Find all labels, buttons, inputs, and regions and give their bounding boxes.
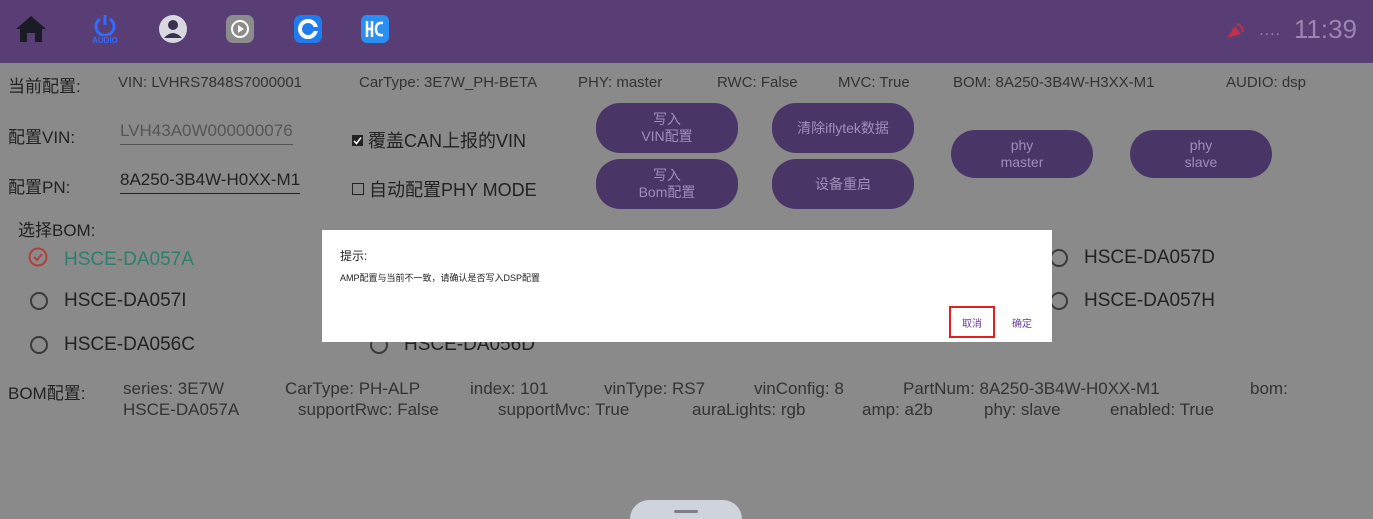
bom-option-label: HSCE-DA056C [64,334,195,355]
bom-option[interactable]: HSCE-DA056C [30,334,195,356]
write-bom-line1: 写入 [653,167,681,183]
top-bar: AUDIO .... 11:39 [0,0,1373,63]
bom-series: series: 3E7W [123,379,225,398]
current-phy: PHY: master [578,74,663,91]
bom-support-rwc: supportRwc: False [298,400,439,419]
phy-master-line2: master [1000,154,1044,170]
write-vin-button[interactable]: 写入 VIN配置 [596,103,738,153]
write-bom-line2: Bom配置 [638,184,696,200]
bottom-drawer-handle[interactable] [630,500,742,519]
phy-master-button[interactable]: phy master [951,130,1093,178]
reboot-label: 设备重启 [815,175,871,192]
bom-option[interactable]: HSCE-DA057I [30,290,187,312]
bom-key: bom: [1250,379,1288,398]
config-vin-label: 配置VIN: [8,128,76,147]
current-rwc: RWC: False [717,74,798,91]
phy-slave-button[interactable]: phy slave [1130,130,1272,178]
confirm-button[interactable]: 确定 [1002,306,1042,338]
write-bom-button[interactable]: 写入 Bom配置 [596,159,738,209]
radio-unchecked-icon [1050,292,1068,310]
cancel-button[interactable]: 取消 [949,306,995,338]
bom-option-label: HSCE-DA057H [1084,290,1215,311]
current-audio: AUDIO: dsp [1226,74,1307,91]
pn-input[interactable]: 8A250-3B4W-H0XX-M1 [120,170,301,194]
user-icon[interactable] [156,12,190,46]
bom-option-label: HSCE-DA057A [64,249,194,270]
radio-unchecked-icon [30,336,48,354]
phy-slave-line1: phy [1189,137,1213,153]
bom-value: HSCE-DA057A [123,400,240,419]
app-c-icon[interactable] [291,12,325,46]
bom-enabled: enabled: True [1110,400,1214,419]
media-play-icon[interactable] [223,12,257,46]
app-hc-icon[interactable] [358,12,392,46]
bom-config-label: BOM配置: [8,384,86,403]
dialog-title: 提示: [340,249,368,263]
write-vin-line1: 写入 [653,111,681,127]
signal-icon [1223,20,1249,47]
bom-option[interactable]: HSCE-DA057D [1050,247,1215,269]
checkbox-unchecked-icon [352,183,364,195]
auto-phy-checkbox[interactable]: 自动配置PHY MODE [352,176,537,202]
current-vin: VIN: LVHRS7848S7000001 [118,74,303,91]
bom-option-label: HSCE-DA057D [1084,247,1215,268]
bom-aura-lights: auraLights: rgb [692,400,806,419]
bom-vintype: vinType: RS7 [604,379,706,398]
select-bom-label: 选择BOM: [18,221,96,240]
override-vin-checkbox[interactable]: 覆盖CAN上报的VIN [352,127,526,153]
bom-index: index: 101 [470,379,549,398]
signal-dots: .... [1259,22,1281,39]
current-mvc: MVC: True [838,74,910,91]
vin-input[interactable]: LVH43A0W000000076 [120,121,293,145]
bom-amp: amp: a2b [862,400,933,419]
dialog-message: AMP配置与当前不一致，请确认是否写入DSP配置 [340,273,541,283]
phy-master-line1: phy [1010,137,1034,153]
bom-vinconfig: vinConfig: 8 [754,379,844,398]
reboot-button[interactable]: 设备重启 [772,159,914,209]
confirm-label: 确定 [1012,318,1032,330]
clear-iflytek-label: 清除iflytek数据 [797,119,889,136]
bom-option-label: HSCE-DA057I [64,290,187,311]
override-vin-label: 覆盖CAN上报的VIN [368,131,527,151]
clock: 11:39 [1293,14,1357,44]
radio-unchecked-icon [30,292,48,310]
bom-phy: phy: slave [984,400,1061,419]
clear-iflytek-button[interactable]: 清除iflytek数据 [772,103,914,153]
handle-grip-icon [674,510,698,513]
audio-label: AUDIO [92,35,118,45]
bom-partnum: PartNum: 8A250-3B4W-H0XX-M1 [903,379,1160,398]
bom-cartype: CarType: PH-ALP [285,379,421,398]
confirm-dialog: 提示: AMP配置与当前不一致，请确认是否写入DSP配置 取消 确定 [322,230,1052,342]
bom-support-mvc: supportMvc: True [498,400,630,419]
bom-option[interactable]: HSCE-DA057H [1050,290,1215,312]
bom-option-selected[interactable]: HSCE-DA057A [28,247,194,273]
current-cartype: CarType: 3E7W_PH-BETA [359,74,538,91]
current-bom: BOM: 8A250-3B4W-H3XX-M1 [953,74,1155,91]
config-pn-label: 配置PN: [8,178,71,197]
power-audio-icon[interactable]: AUDIO [88,12,122,46]
current-config-label: 当前配置: [8,77,81,96]
checkbox-checked-icon [352,134,363,146]
cancel-label: 取消 [962,318,982,330]
write-vin-line2: VIN配置 [641,128,693,144]
phy-slave-line2: slave [1184,154,1218,170]
radio-checked-icon [28,247,48,273]
radio-unchecked-icon [1050,249,1068,267]
auto-phy-label: 自动配置PHY MODE [369,180,537,200]
home-icon[interactable] [14,12,48,46]
